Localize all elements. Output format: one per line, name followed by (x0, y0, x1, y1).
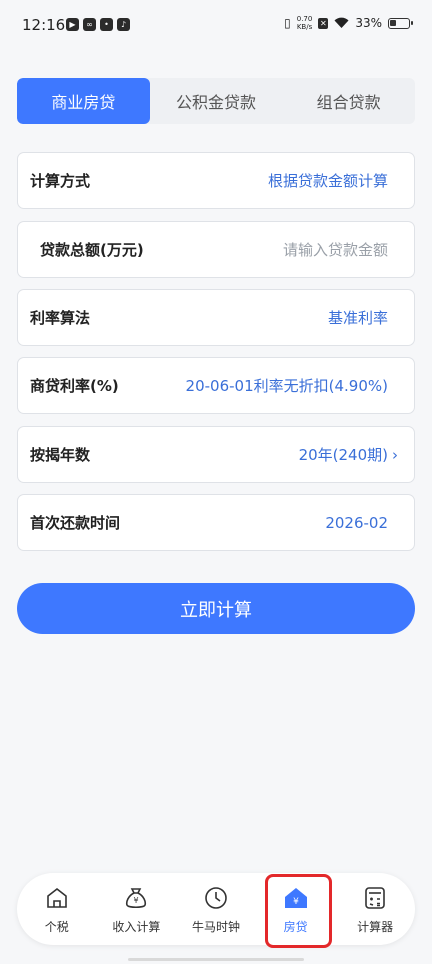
speed-value: 0.70 (296, 15, 313, 23)
years-value-wrap: 20年(240期) › (299, 444, 398, 465)
first-payment-label: 首次还款时间 (30, 514, 121, 532)
svg-text:¥: ¥ (134, 896, 139, 905)
no-sim-icon: ✕ (318, 17, 329, 29)
calculator-icon (361, 884, 389, 912)
vibrate-icon: ▯ (284, 16, 291, 30)
clock-icon (202, 884, 230, 912)
rate-label: 商贷利率(%) (30, 377, 119, 395)
notification-icons: ▶ ∞ • ♪ (66, 18, 130, 31)
nav-item-income[interactable]: ¥ 收入计算 (100, 884, 172, 935)
nav-label-tax: 个税 (44, 919, 69, 934)
house-icon (43, 884, 71, 912)
tab-combined-loan[interactable]: 组合贷款 (282, 78, 415, 124)
tab-commercial-loan[interactable]: 商业房贷 (17, 78, 150, 124)
bottom-nav: 个税 ¥ 收入计算 牛马时钟 ¥ 房贷 计算器 (17, 873, 415, 945)
chat-app-icon: • (100, 18, 113, 31)
rate-method-row[interactable]: 利率算法 基准利率 (17, 289, 415, 346)
first-payment-value: 2026-02 (325, 513, 388, 532)
nav-label-calculator: 计算器 (357, 919, 394, 934)
speed-unit: KB/s (296, 23, 313, 31)
highlight-annotation (265, 874, 332, 948)
calc-method-row[interactable]: 计算方式 根据贷款金额计算 (17, 152, 415, 209)
rate-method-label: 利率算法 (30, 309, 91, 327)
years-label: 按揭年数 (30, 446, 91, 464)
loan-amount-row: 贷款总额(万元) (17, 221, 415, 278)
calc-method-value: 根据贷款金额计算 (267, 172, 388, 190)
wifi-icon (334, 17, 349, 28)
status-time: 12:16 (22, 16, 66, 34)
years-value: 20年(240期) (298, 446, 388, 464)
battery-percent: 33% (355, 16, 382, 30)
nav-item-calculator[interactable]: 计算器 (339, 884, 411, 935)
tiktok-app-icon: ♪ (117, 18, 130, 31)
rate-method-value: 基准利率 (327, 309, 388, 327)
nav-label-income: 收入计算 (112, 919, 161, 934)
calculate-button[interactable]: 立即计算 (17, 583, 415, 634)
years-row[interactable]: 按揭年数 20年(240期) › (17, 426, 415, 483)
nav-item-tax[interactable]: 个税 (21, 884, 93, 935)
battery-icon (388, 17, 413, 29)
nav-label-clock: 牛马时钟 (191, 919, 240, 934)
chevron-right-icon: › (392, 445, 398, 464)
network-speed: 0.70 KB/s (297, 15, 313, 31)
play-app-icon: ▶ (66, 18, 79, 31)
home-indicator[interactable] (128, 958, 304, 961)
loan-type-tabs: 商业房贷 公积金贷款 组合贷款 (17, 78, 415, 124)
first-payment-row[interactable]: 首次还款时间 2026-02 (17, 494, 415, 551)
rate-value: 20-06-01利率无折扣(4.90%) (185, 377, 388, 395)
loan-amount-input[interactable] (188, 240, 388, 259)
calc-method-label: 计算方式 (30, 172, 91, 190)
status-bar: 12:16 ▶ ∞ • ♪ ▯ 0.70 KB/s ✕ 33% (0, 0, 432, 52)
nav-item-clock[interactable]: 牛马时钟 (180, 884, 252, 935)
tab-provident-fund-loan[interactable]: 公积金贷款 (150, 78, 283, 124)
status-right: ▯ 0.70 KB/s ✕ 33% (284, 15, 413, 31)
money-bag-icon: ¥ (122, 884, 150, 912)
rate-row[interactable]: 商贷利率(%) 20-06-01利率无折扣(4.90%) (17, 357, 415, 414)
loan-amount-label: 贷款总额(万元) (40, 241, 144, 259)
link-app-icon: ∞ (83, 18, 96, 31)
mortgage-calculator-screen: 12:16 ▶ ∞ • ♪ ▯ 0.70 KB/s ✕ 33% 商业房贷 公积金… (0, 0, 432, 964)
